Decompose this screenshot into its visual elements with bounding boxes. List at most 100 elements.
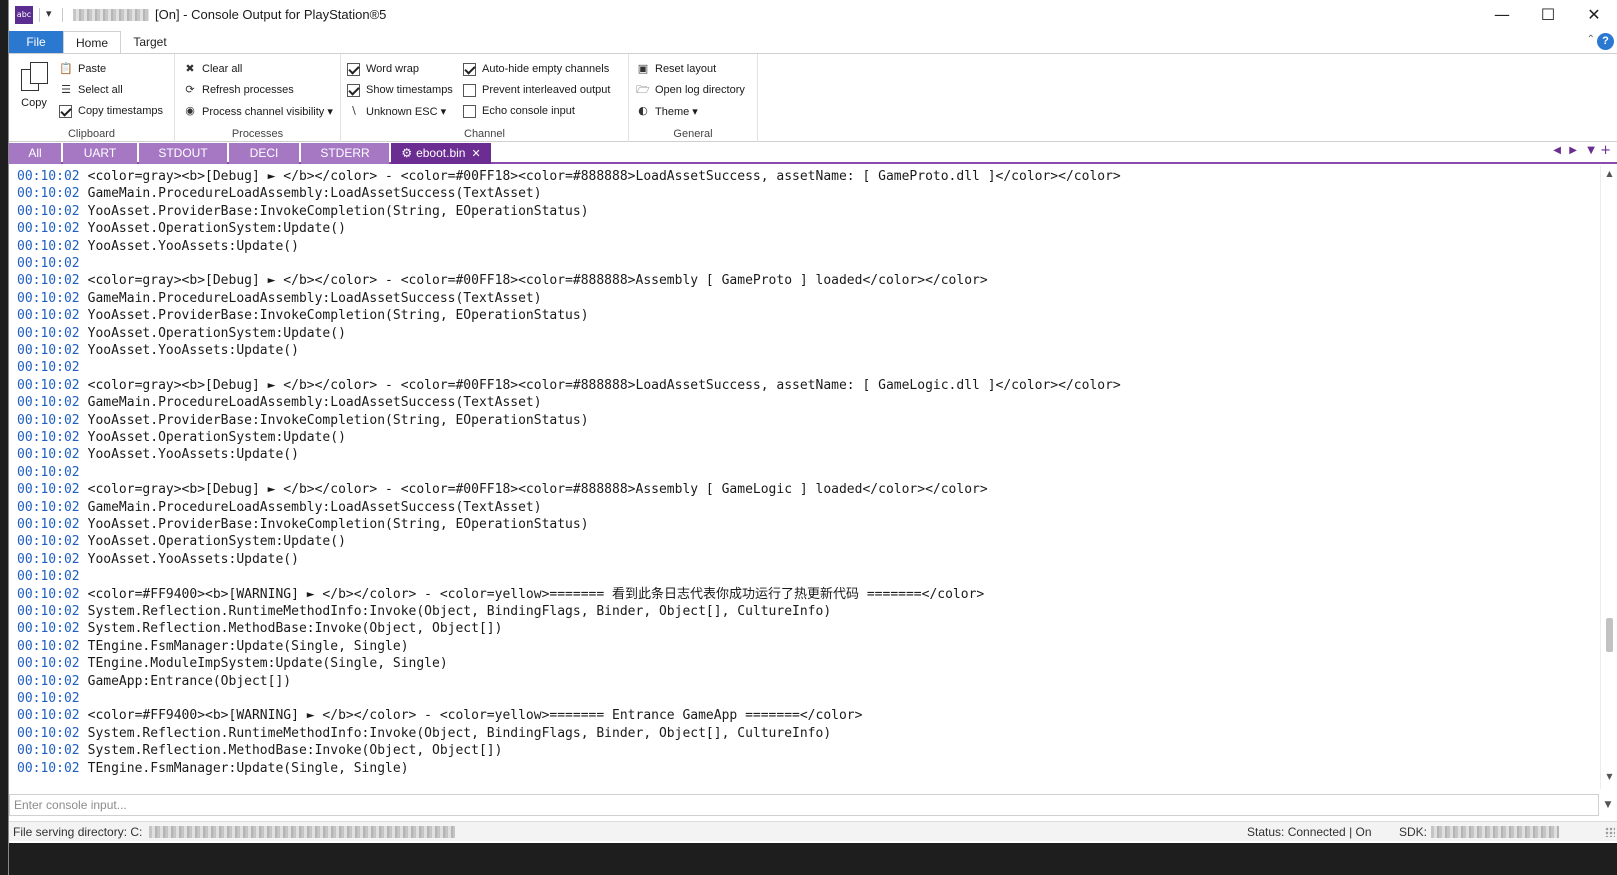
open-log-directory-button[interactable]: 🗁 Open log directory — [636, 82, 745, 98]
tab-target[interactable]: Target — [125, 31, 175, 53]
echo-console-input-checkbox[interactable]: Echo console input — [463, 103, 575, 119]
word-wrap-checkbox[interactable]: Word wrap — [347, 61, 419, 77]
reset-layout-button[interactable]: ▣ Reset layout — [636, 61, 716, 77]
log-timestamp: 00:10:02 — [17, 221, 80, 237]
clear-all-button[interactable]: ✖ Clear all — [183, 61, 242, 77]
echo-console-input-check[interactable] — [463, 104, 476, 118]
prevent-interleaved-label: Prevent interleaved output — [482, 84, 611, 96]
tab-home[interactable]: Home — [63, 31, 121, 53]
log-line: 00:10:02 YooAsset.OperationSystem:Update(… — [17, 220, 346, 237]
prevent-interleaved-check[interactable] — [463, 83, 476, 97]
echo-console-input-label: Echo console input — [482, 105, 575, 117]
word-wrap-check[interactable] — [347, 62, 360, 76]
refresh-icon: ⟳ — [185, 83, 195, 96]
scroll-down-icon[interactable]: ▼ — [1601, 772, 1617, 786]
help-icon[interactable]: ? — [1597, 33, 1614, 50]
log-vertical-scrollbar[interactable]: ▲ ▼ — [1600, 166, 1617, 789]
show-timestamps-checkbox[interactable]: Show timestamps — [347, 82, 453, 98]
copy-timestamps-label: Copy timestamps — [78, 105, 163, 117]
log-message: System.Reflection.RuntimeMethodInfo:Invo… — [87, 604, 832, 619]
tab-all[interactable]: All — [9, 143, 61, 164]
theme-dropdown[interactable]: ◐ Theme ▾ — [636, 103, 698, 119]
title-bar: abc ▾ [On] - Console Output for PlayStat… — [9, 0, 1617, 31]
redacted-path — [149, 826, 455, 838]
log-message: TEngine.ModuleImpSystem:Update(Single, S… — [87, 656, 448, 672]
log-line: 00:10:02 GameMain.ProcedureLoadAssembly:L… — [17, 499, 542, 516]
tab-uart[interactable]: UART — [63, 143, 137, 164]
scroll-up-icon[interactable]: ▲ — [1601, 169, 1617, 183]
log-line: 00:10:02 — [17, 464, 88, 481]
console-input[interactable] — [9, 794, 1599, 816]
layout-icon: ▣ — [637, 62, 649, 75]
maximize-button[interactable]: ☐ — [1525, 0, 1571, 31]
close-tab-icon[interactable]: ✕ — [471, 147, 480, 160]
log-line: 00:10:02 GameMain.ProcedureLoadAssembly:L… — [17, 290, 542, 307]
log-message: <color=gray><b>[Debug] ► </b></color> - … — [87, 377, 1121, 393]
console-input-history-icon[interactable]: ▼ — [1599, 795, 1617, 815]
log-line: 00:10:02 System.Reflection.MethodBase:Inv… — [17, 742, 502, 759]
quick-access-dropdown-icon[interactable]: ▾ — [46, 7, 52, 20]
paste-button[interactable]: 📋 Paste — [59, 61, 106, 77]
log-timestamp: 00:10:02 — [17, 343, 80, 358]
log-timestamp: 00:10:02 — [17, 169, 80, 184]
log-message: YooAsset.ProviderBase:InvokeCompletion(S… — [87, 412, 589, 428]
log-line: 00:10:02 <color=gray><b>[Debug] ► </b></c… — [17, 168, 1121, 185]
log-line: 00:10:02 YooAsset.ProviderBase:InvokeComp… — [17, 203, 589, 220]
log-message: YooAsset.OperationSystem:Update() — [87, 430, 346, 445]
log-message: YooAsset.OperationSystem:Update() — [87, 325, 346, 341]
background-window-strip — [0, 0, 8, 875]
auto-hide-check[interactable] — [463, 62, 476, 76]
tab-stderr[interactable]: STDERR — [301, 143, 389, 164]
select-all-icon: ☰ — [61, 83, 71, 96]
scroll-tabs-right-icon[interactable]: ▶ — [1569, 145, 1577, 156]
prevent-interleaved-checkbox[interactable]: Prevent interleaved output — [463, 82, 610, 98]
gear-icon: ⚙ — [401, 146, 413, 160]
log-line: 00:10:02 — [17, 359, 88, 376]
show-timestamps-check[interactable] — [347, 83, 360, 97]
refresh-processes-button[interactable]: ⟳ Refresh processes — [183, 82, 294, 98]
log-timestamp: 00:10:02 — [17, 395, 80, 411]
tab-stdout[interactable]: STDOUT — [139, 143, 227, 164]
console-output-log[interactable]: 00:10:02 <color=gray><b>[Debug] ► </b></c… — [9, 166, 1601, 789]
process-channel-visibility-dropdown[interactable]: ◉ Process channel visibility ▾ — [183, 103, 333, 119]
log-timestamp: 00:10:02 — [17, 360, 80, 376]
theme-label: Theme ▾ — [655, 105, 698, 118]
auto-hide-label: Auto-hide empty channels — [482, 63, 610, 75]
tab-eboot-bin[interactable]: ⚙ eboot.bin ✕ — [391, 143, 491, 164]
auto-hide-checkbox[interactable]: Auto-hide empty channels — [463, 61, 609, 77]
tab-file[interactable]: File — [9, 31, 63, 53]
redacted-devkit-name — [73, 9, 149, 21]
log-line: 00:10:02 System.Reflection.RuntimeMethodI… — [17, 725, 831, 742]
refresh-processes-label: Refresh processes — [202, 84, 294, 96]
log-message: System.Reflection.MethodBase:Invoke(Obje… — [87, 621, 503, 637]
log-line: 00:10:02 YooAsset.YooAssets:Update() — [17, 342, 299, 359]
log-timestamp: 00:10:02 — [17, 725, 80, 741]
general-group-label: General — [673, 128, 713, 140]
log-message: GameMain.ProcedureLoadAssembly:LoadAsset… — [87, 395, 542, 411]
window-title: [On] - Console Output for PlayStation®5 — [155, 7, 387, 22]
minimize-button[interactable]: — — [1479, 0, 1525, 31]
copy-timestamps-checkbox[interactable]: Copy timestamps — [59, 103, 163, 119]
scroll-tabs-left-icon[interactable]: ◀ — [1553, 145, 1561, 156]
log-line: 00:10:02 System.Reflection.RuntimeMethodI… — [17, 603, 831, 620]
log-line: 00:10:02 TEngine.FsmManager:Update(Single… — [17, 638, 409, 655]
copy-timestamps-check[interactable] — [59, 104, 72, 118]
log-message: System.Reflection.RuntimeMethodInfo:Invo… — [87, 725, 832, 741]
file-serving-directory: File serving directory: C: — [13, 825, 143, 839]
copy-button[interactable]: Copy — [17, 61, 51, 111]
log-timestamp: 00:10:02 — [17, 708, 80, 724]
tab-list-dropdown-icon[interactable]: ▼ — [1587, 145, 1595, 156]
theme-icon: ◐ — [638, 104, 648, 117]
tab-deci[interactable]: DECI — [229, 143, 299, 164]
processes-group-label: Processes — [231, 128, 284, 140]
resize-grip-icon[interactable] — [1605, 827, 1615, 837]
log-line: 00:10:02 <color=gray><b>[Debug] ► </b></c… — [17, 377, 1121, 394]
select-all-button[interactable]: ☰ Select all — [59, 82, 123, 98]
folder-icon: 🗁 — [636, 83, 650, 96]
unknown-esc-dropdown[interactable]: \ Unknown ESC ▾ — [347, 103, 446, 119]
close-button[interactable]: ✕ — [1571, 0, 1617, 31]
log-message: YooAsset.ProviderBase:InvokeCompletion(S… — [87, 517, 589, 532]
scrollbar-thumb[interactable] — [1606, 618, 1613, 652]
add-tab-icon[interactable]: + — [1600, 143, 1611, 158]
collapse-ribbon-icon[interactable]: ⌃ — [1587, 34, 1595, 45]
